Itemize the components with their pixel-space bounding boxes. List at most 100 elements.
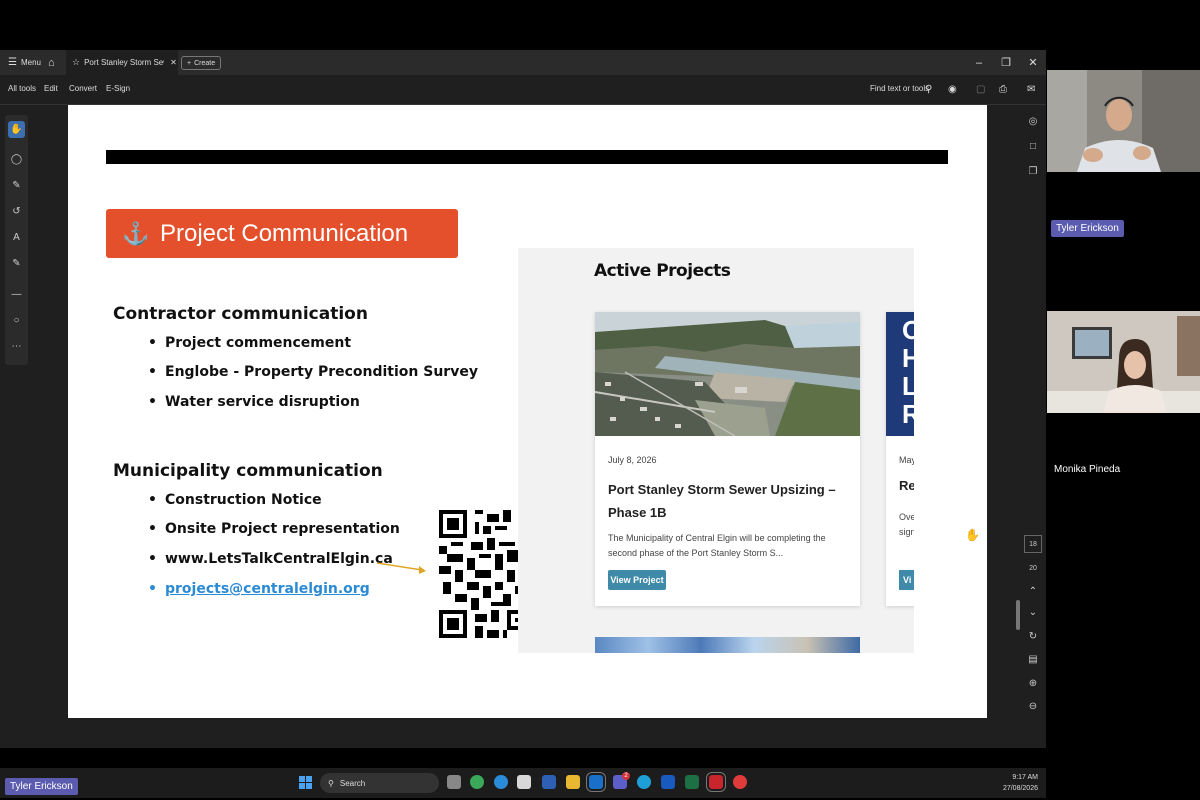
print-icon[interactable]: ⎙ <box>999 84 1007 95</box>
hamburger-icon: ☰ <box>8 57 17 68</box>
circle-tool-icon[interactable]: ○ <box>8 312 25 329</box>
screen: ☰ Menu ⌂ ☆ Port Stanley Storm Sew... ✕ +… <box>0 0 1200 800</box>
email-icon[interactable]: ✉ <box>1027 84 1035 95</box>
pages-icon[interactable]: ❐ <box>1024 162 1042 180</box>
email-link[interactable]: projects@centralelgin.org <box>165 581 370 597</box>
chrome-icon[interactable] <box>470 775 484 789</box>
page-number-field[interactable]: 18 <box>1024 535 1042 553</box>
document-tab[interactable]: ☆ Port Stanley Storm Sew... ✕ <box>66 50 178 75</box>
page-down-icon[interactable]: ⌄ <box>1024 603 1042 621</box>
bullet-item: • Water service disruption <box>148 394 360 410</box>
anchor-icon: ⚓ <box>122 220 150 246</box>
section-title-banner: ⚓ Project Communication <box>106 209 458 258</box>
create-button[interactable]: + Create <box>181 56 222 70</box>
excel-icon[interactable] <box>685 775 699 789</box>
menu-edit[interactable]: Edit <box>44 84 58 93</box>
scrollbar-thumb[interactable] <box>1016 600 1020 630</box>
search-icon[interactable]: ⚲ <box>925 84 932 95</box>
file-explorer-icon[interactable] <box>566 775 580 789</box>
create-label: Create <box>194 59 216 67</box>
find-text-field[interactable]: Find text or tools <box>870 84 929 93</box>
active-projects-panel: Active Projects July 8, 2026 Port Stanle… <box>518 248 914 653</box>
menu-all-tools[interactable]: All tools <box>8 84 36 93</box>
tab-title: Port Stanley Storm Sew... <box>84 58 164 67</box>
zoom-in-icon[interactable]: ⊕ <box>1024 674 1042 692</box>
project-description: sign <box>899 527 914 537</box>
acrobat-icon[interactable] <box>706 772 726 792</box>
title-bar: ☰ Menu ⌂ ☆ Port Stanley Storm Sew... ✕ +… <box>0 50 1046 75</box>
star-icon: ☆ <box>72 57 81 67</box>
rotate-icon[interactable]: ↻ <box>1024 627 1042 645</box>
app-icon[interactable] <box>517 775 531 789</box>
pen-tool-icon[interactable]: ✎ <box>8 177 25 194</box>
bullet-item: • Onsite Project representation <box>148 521 400 537</box>
participant-name: Monika Pineda <box>1054 464 1121 475</box>
lasso-tool-icon[interactable]: ↺ <box>8 203 25 220</box>
line-tool-icon[interactable]: — <box>8 286 25 303</box>
restore-icon[interactable]: ❐ <box>993 50 1019 75</box>
text-tool-icon[interactable]: A <box>8 229 25 246</box>
active-projects-heading: Active Projects <box>594 261 731 281</box>
right-toolbar: ◎ □ ❐ 18 20 ⌃ ⌄ ↻ ▤ ⊕ ⊖ <box>1016 110 1044 750</box>
edge-icon[interactable] <box>494 775 508 789</box>
taskbar-search[interactable]: ⚲ Search <box>320 773 439 793</box>
task-view-icon[interactable] <box>447 775 461 789</box>
project-title[interactable]: Re <box>899 478 914 493</box>
left-toolbar: ✋ ◯ ✎ ↺ A ✎ — ○ ⋯ <box>5 115 28 365</box>
document-icon[interactable]: ▤ <box>1024 650 1042 668</box>
project-card-partial[interactable]: O H L R May Re Ove sign Vi <box>886 312 914 606</box>
contractor-heading: Contractor communication <box>113 304 368 324</box>
search-label: Search <box>339 778 366 788</box>
close-tab-icon[interactable]: ✕ <box>170 58 177 67</box>
municipality-heading: Municipality communication <box>113 461 383 481</box>
minimize-icon[interactable]: – <box>966 50 992 75</box>
email-item: • projects@centralelgin.org <box>148 581 370 597</box>
hand-tool-icon[interactable]: ✋ <box>8 121 25 138</box>
pdf-page: ⚓ Project Communication Contractor commu… <box>68 105 987 718</box>
ai-assistant-icon[interactable]: ◎ <box>1024 112 1042 130</box>
menu-convert[interactable]: Convert <box>69 84 97 93</box>
more-tools-icon[interactable]: ⋯ <box>8 338 25 355</box>
app-icon[interactable] <box>542 775 556 789</box>
active-speaker-name-tag: Tyler Erickson <box>5 778 78 795</box>
project-card[interactable]: July 8, 2026 Port Stanley Storm Sewer Up… <box>595 312 860 606</box>
menu-label: Menu <box>20 58 41 67</box>
website-item: • www.LetsTalkCentralElgin.ca <box>148 551 393 567</box>
close-window-icon[interactable]: ✕ <box>1020 50 1046 75</box>
slide-title: Project Communication <box>160 219 409 247</box>
aerial-harbour-image <box>595 312 860 436</box>
windows-start-icon[interactable] <box>299 776 313 790</box>
hand-cursor-icon: ✋ <box>965 528 980 542</box>
comment-tool-icon[interactable]: ◯ <box>8 151 25 168</box>
clock-time: 9:17 AM <box>1012 774 1038 781</box>
project-title[interactable]: Port Stanley Storm Sewer Upsizing – Phas… <box>608 478 848 524</box>
clock-date: 27/08/2026 <box>1002 785 1038 792</box>
menu-button[interactable]: ☰ Menu <box>8 50 41 75</box>
home-icon[interactable]: ⌂ <box>48 50 55 75</box>
edge-beta-icon[interactable] <box>637 775 651 789</box>
participant-name-tag: Tyler Erickson <box>1051 220 1124 237</box>
app-icon[interactable] <box>733 775 747 789</box>
search-icon: ⚲ <box>328 778 334 788</box>
bookmark-icon[interactable]: □ <box>1024 137 1042 155</box>
system-clock[interactable]: 9:17 AM 27/08/2026 <box>998 772 1038 794</box>
project-description: The Municipality of Central Elgin will b… <box>608 533 826 558</box>
menu-bar: All tools Edit Convert E-Sign Find text … <box>0 75 1046 105</box>
menu-e-sign[interactable]: E-Sign <box>106 84 130 93</box>
view-project-button[interactable]: View Project <box>608 570 666 590</box>
project-description: Ove <box>899 512 914 522</box>
project-date: May <box>899 455 914 465</box>
bullet-item: • Englobe - Property Precondition Survey <box>148 364 478 380</box>
view-project-button[interactable]: Vi <box>899 570 914 590</box>
bullet-item: • Construction Notice <box>148 492 322 508</box>
fill-sign-icon[interactable]: ✎ <box>8 255 25 272</box>
project-date: July 8, 2026 <box>608 455 657 465</box>
headphones-icon[interactable]: ◉ <box>948 84 957 95</box>
page-up-icon[interactable]: ⌃ <box>1024 582 1042 600</box>
arrow-to-qr <box>376 562 426 574</box>
save-icon[interactable]: ▢ <box>976 84 985 95</box>
zoom-out-icon[interactable]: ⊖ <box>1024 697 1042 715</box>
outlook-icon[interactable] <box>586 772 606 792</box>
word-icon[interactable] <box>661 775 675 789</box>
header-bar <box>106 150 948 164</box>
